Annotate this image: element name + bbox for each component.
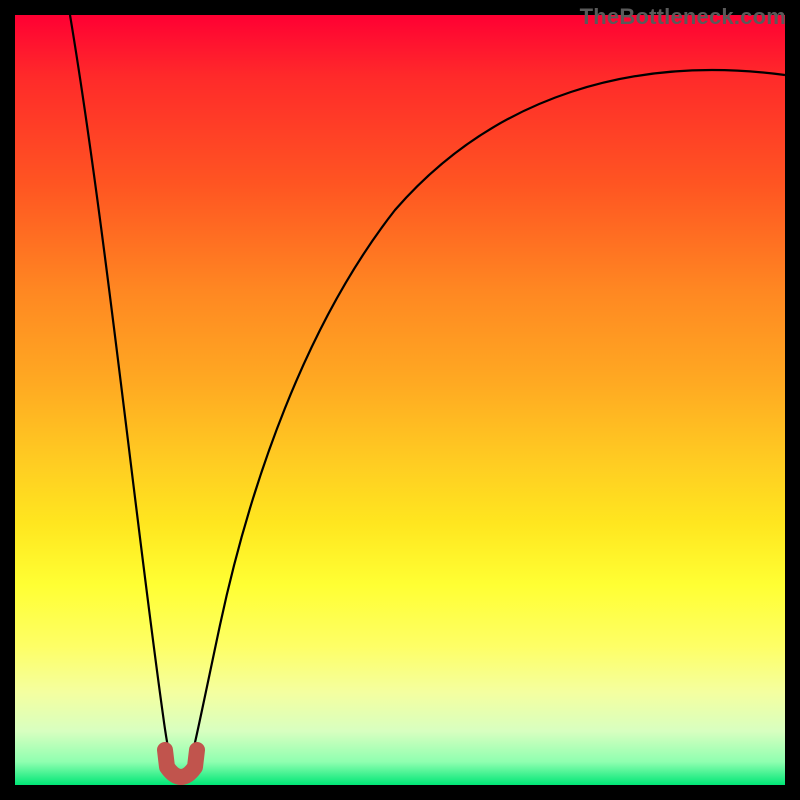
plot-area — [15, 15, 785, 785]
trough-marker — [165, 750, 197, 777]
watermark-text: TheBottleneck.com — [580, 4, 786, 30]
curve-right-branch — [187, 70, 785, 775]
curve-left-branch — [70, 15, 175, 775]
chart-frame: TheBottleneck.com — [0, 0, 800, 800]
curve-layer — [15, 15, 785, 785]
